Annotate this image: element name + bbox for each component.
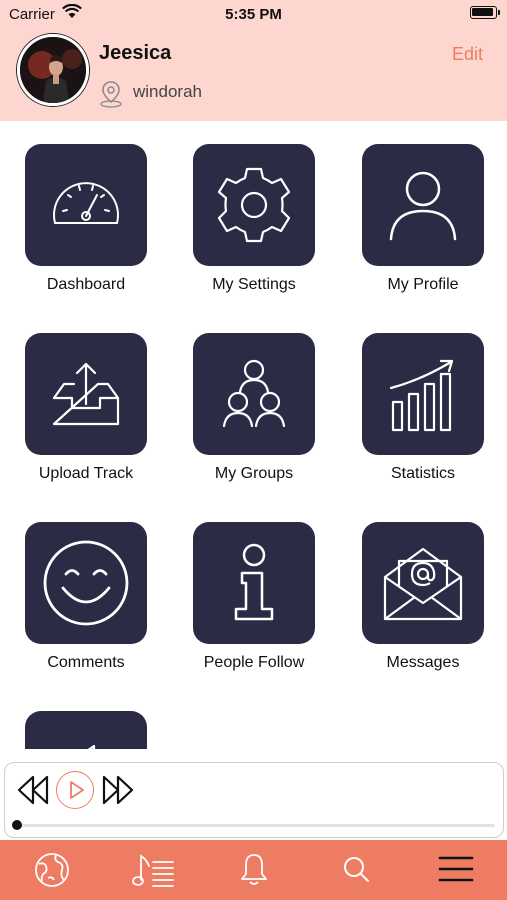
music-playlist-icon[interactable] <box>131 852 175 893</box>
menu-item-dashboard[interactable]: Dashboard <box>24 144 148 294</box>
menu-item-label: My Groups <box>214 465 294 482</box>
battery-icon <box>470 6 500 19</box>
menu-item-label: Statistics <box>390 465 455 482</box>
menu-item-label: Upload Track <box>38 465 134 482</box>
progress-thumb[interactable] <box>12 820 22 830</box>
menu-item-profile[interactable]: My Profile <box>361 144 485 294</box>
menu-item-statistics[interactable]: Statistics <box>361 333 485 483</box>
user-icon <box>389 171 457 241</box>
menu-item-label: Comments <box>47 654 125 671</box>
rewind-icon[interactable] <box>16 774 50 811</box>
menu-grid: Dashboard My Settings My Profile Upload … <box>0 121 507 749</box>
tab-bar <box>0 840 507 900</box>
speedometer-icon <box>53 182 119 224</box>
menu-item-upload-track[interactable]: Upload Track <box>24 333 148 483</box>
menu-item-comments[interactable]: Comments <box>24 522 148 672</box>
menu-item-partial[interactable] <box>24 711 148 749</box>
search-icon[interactable] <box>341 852 371 891</box>
profile-location: windorah <box>133 82 202 101</box>
menu-item-label: Messages <box>386 654 460 671</box>
growth-chart-icon <box>389 359 454 432</box>
location-pin-icon <box>99 80 123 108</box>
menu-item-label: Dashboard <box>46 276 126 293</box>
smiley-icon <box>43 540 129 626</box>
menu-item-label: My Settings <box>212 276 296 293</box>
menu-item-label: People Follow <box>203 654 305 671</box>
globe-icon[interactable] <box>34 852 70 893</box>
info-icon <box>234 543 274 621</box>
email-envelope-icon <box>383 547 463 621</box>
menu-item-label: My Profile <box>387 276 459 293</box>
play-button[interactable] <box>56 771 94 809</box>
group-icon <box>222 359 286 428</box>
profile-name: Jeesica <box>99 42 172 64</box>
audio-player <box>4 762 504 838</box>
upload-tray-icon <box>52 362 120 426</box>
menu-item-groups[interactable]: My Groups <box>192 333 316 483</box>
menu-item-settings[interactable]: My Settings <box>192 144 316 294</box>
edit-profile-button[interactable]: Edit <box>452 44 483 65</box>
profile-header: Carrier 5:35 PM Jeesica windorah Edit <box>0 0 507 121</box>
menu-item-people-follow[interactable]: People Follow <box>192 522 316 672</box>
bell-icon[interactable] <box>240 852 268 891</box>
avatar[interactable] <box>17 34 89 106</box>
menu-icon[interactable] <box>438 852 474 891</box>
speaker-icon <box>87 744 96 749</box>
fast-forward-icon[interactable] <box>101 774 135 811</box>
status-bar: Carrier 5:35 PM <box>0 0 507 30</box>
clock: 5:35 PM <box>225 6 282 23</box>
menu-item-messages[interactable]: Messages <box>361 522 485 672</box>
gear-icon <box>217 167 291 243</box>
progress-track[interactable] <box>15 824 495 827</box>
